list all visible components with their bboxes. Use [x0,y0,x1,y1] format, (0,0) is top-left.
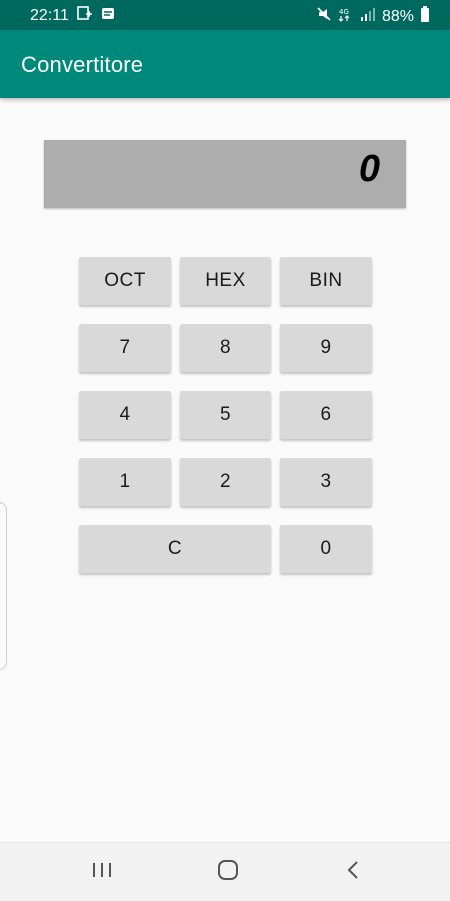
app-title: Convertitore [21,52,144,77]
status-left: 22:11 [30,6,115,25]
digit-4-button[interactable]: 4 [79,391,171,439]
home-icon [217,859,239,886]
battery-icon [420,6,430,27]
hex-button[interactable]: HEX [180,257,271,305]
edge-panel-handle[interactable] [0,502,7,670]
recent-apps-icon [91,861,113,884]
svg-text:4G: 4G [339,8,349,16]
signal-icon [360,6,376,27]
app-bar: Convertitore [0,30,450,98]
back-button[interactable] [333,857,373,887]
digit-7-button[interactable]: 7 [79,324,171,372]
status-right: 4G 88% [316,6,430,27]
digit-5-button[interactable]: 5 [180,391,271,439]
digit-1-button[interactable]: 1 [79,458,171,506]
result-display: 0 [44,140,406,208]
digit-2-button[interactable]: 2 [180,458,271,506]
dnd-off-icon [316,6,332,27]
display-value: 0 [358,148,380,190]
status-time: 22:11 [30,6,69,24]
oct-button[interactable]: OCT [79,257,171,305]
recent-apps-button[interactable] [82,857,122,887]
digit-8-button[interactable]: 8 [180,324,271,372]
bin-button[interactable]: BIN [280,257,372,305]
home-button[interactable] [208,857,248,887]
media-icon [77,6,93,25]
digit-0-button[interactable]: 0 [280,525,372,573]
digit-3-button[interactable]: 3 [280,458,372,506]
lte-icon: 4G [338,6,354,27]
back-icon [346,860,360,885]
status-bar: 22:11 4G 88% [0,0,450,30]
battery-percent: 88% [381,7,414,25]
clear-button[interactable]: C [79,525,271,573]
navigation-bar [0,842,450,901]
digit-9-button[interactable]: 9 [280,324,372,372]
message-icon [101,7,115,25]
digit-6-button[interactable]: 6 [280,391,372,439]
